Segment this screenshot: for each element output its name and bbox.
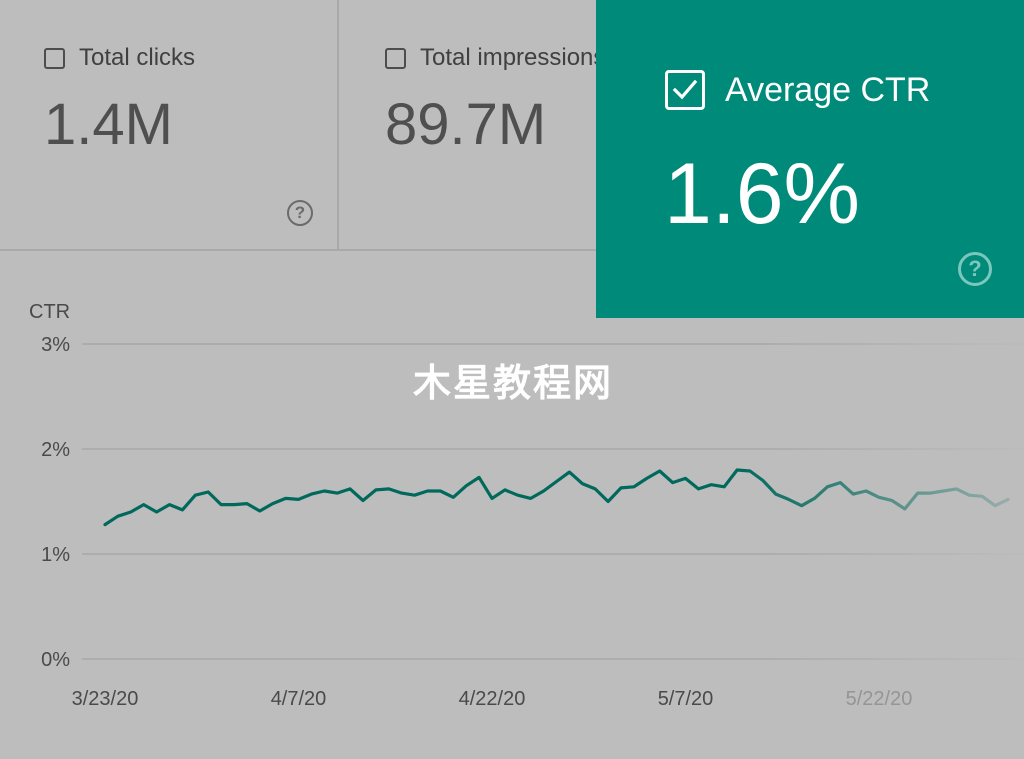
average-ctr-checkbox[interactable]	[665, 70, 705, 110]
x-axis-ticks: 3/23/20 4/7/20 4/22/20 5/7/20 5/22/20	[72, 688, 913, 710]
x-tick-label: 3/23/20	[72, 688, 139, 710]
ctr-series-line	[103, 468, 1010, 527]
check-icon	[672, 79, 698, 100]
y-axis-ticks: 0% 1% 2% 3%	[41, 334, 70, 671]
average-ctr-label-text: Average CTR	[725, 70, 931, 109]
help-circle-icon[interactable]: ?	[958, 252, 992, 286]
x-tick-label: 4/22/20	[459, 688, 526, 710]
x-tick-label: 5/22/20	[846, 688, 913, 710]
x-tick-label: 4/7/20	[271, 688, 327, 710]
average-ctr-card[interactable]: Average CTR 1.6% ?	[596, 0, 1024, 318]
y-tick-label: 3%	[41, 334, 70, 356]
y-tick-label: 2%	[41, 439, 70, 461]
y-axis-label: CTR	[29, 301, 70, 323]
x-tick-label: 5/7/20	[658, 688, 714, 710]
y-tick-label: 1%	[41, 544, 70, 566]
average-ctr-value: 1.6%	[664, 146, 861, 242]
y-tick-label: 0%	[41, 649, 70, 671]
average-ctr-label: Average CTR	[665, 70, 930, 110]
watermark-text: 木星教程网	[413, 361, 614, 405]
